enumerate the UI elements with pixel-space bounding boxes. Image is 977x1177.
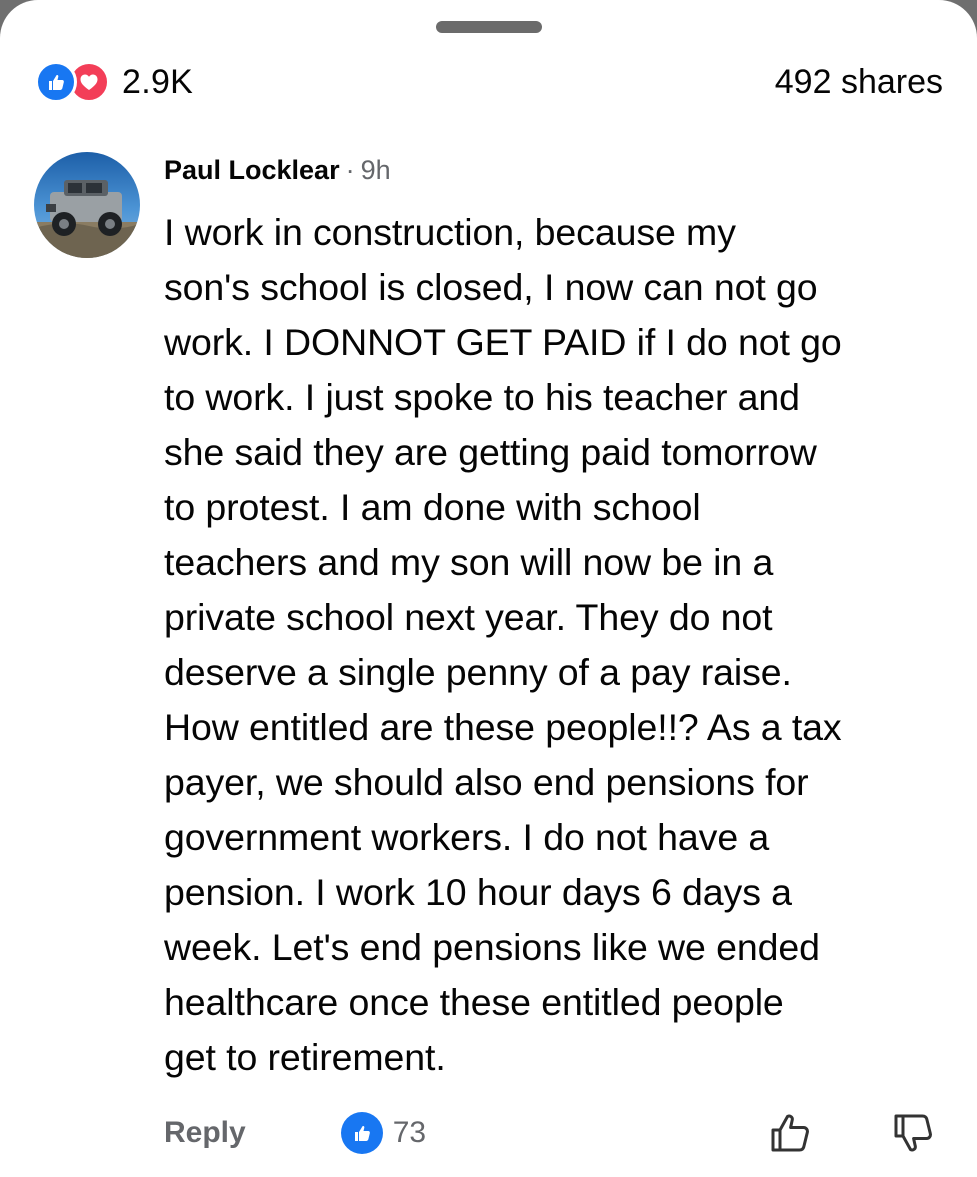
- drag-handle[interactable]: [436, 21, 542, 33]
- comment-timestamp[interactable]: 9h: [361, 155, 391, 185]
- comment-like-count: 73: [392, 1116, 427, 1149]
- comment-line: son's school is closed, I now can not go: [164, 266, 818, 308]
- comment-actions: Reply 73: [164, 1108, 426, 1158]
- shares-count[interactable]: 492 shares: [775, 60, 943, 104]
- reaction-count: 2.9K: [122, 62, 194, 101]
- comments-sheet: 2.9K 492 shares Paul Locklear · 9h I wor…: [0, 0, 977, 1177]
- comment-line: How entitled are these people!!? As a ta…: [164, 706, 842, 748]
- comment-line: private school next year. They do not: [164, 596, 773, 638]
- comment-line: healthcare once these entitled people: [164, 981, 784, 1023]
- comment-line: I work in construction, because my: [164, 211, 736, 253]
- upvote-button[interactable]: [765, 1108, 815, 1158]
- comment-line: to work. I just spoke to his teacher and: [164, 376, 800, 418]
- thumbs-up-outline-icon: [771, 1114, 809, 1152]
- comment-line: she said they are getting paid tomorrow: [164, 431, 817, 473]
- thumbs-down-outline-icon: [894, 1114, 932, 1152]
- like-icon: [35, 61, 77, 103]
- comment-line: week. Let's end pensions like we ended: [164, 926, 820, 968]
- comment-line: payer, we should also end pensions for: [164, 761, 809, 803]
- comment-line: deserve a single penny of a pay raise.: [164, 651, 792, 693]
- separator-dot: ·: [345, 155, 355, 185]
- like-icon: [340, 1112, 383, 1154]
- comment-line: to protest. I am done with school: [164, 486, 701, 528]
- comment-line: get to retirement.: [164, 1036, 446, 1078]
- comment-like-summary[interactable]: 73: [340, 1112, 427, 1154]
- comment-header: Paul Locklear · 9h: [164, 150, 391, 190]
- author-name[interactable]: Paul Locklear: [164, 155, 340, 185]
- comment-line: work. I DONNOT GET PAID if I do not go: [164, 321, 842, 363]
- downvote-button[interactable]: [888, 1108, 938, 1158]
- comment-line: government workers. I do not have a: [164, 816, 770, 858]
- comment-line: pension. I work 10 hour days 6 days a: [164, 871, 792, 913]
- reply-button[interactable]: Reply: [164, 1116, 246, 1150]
- comment-text: I work in construction, because my son's…: [164, 205, 964, 1085]
- avatar[interactable]: [34, 152, 140, 258]
- comment-line: teachers and my son will now be in a: [164, 541, 774, 583]
- reaction-summary[interactable]: 2.9K: [35, 60, 193, 104]
